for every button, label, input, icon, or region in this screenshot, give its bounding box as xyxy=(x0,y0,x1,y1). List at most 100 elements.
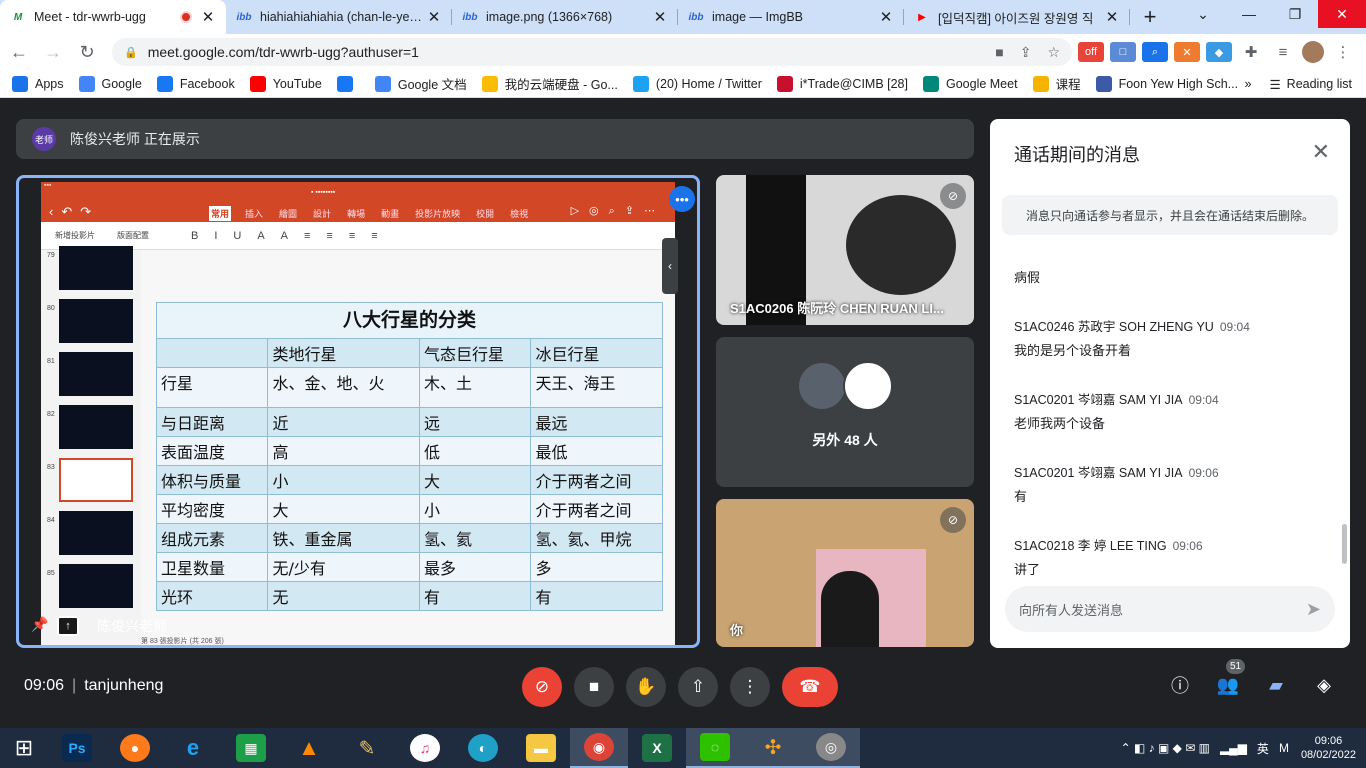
camera-button[interactable]: ■ xyxy=(574,667,614,707)
reading-list-icon[interactable]: ☰ xyxy=(1269,77,1280,92)
ime-mode-icon[interactable]: M xyxy=(1279,741,1289,755)
bookmark-item[interactable]: Google xyxy=(78,75,142,92)
extensions-puzzle-icon[interactable]: ✚ xyxy=(1238,42,1264,62)
ime-indicator[interactable]: 英 xyxy=(1257,740,1269,757)
media-control-icon[interactable]: ≡ xyxy=(1270,42,1296,62)
wechat-icon[interactable]: ◌ xyxy=(686,728,744,768)
chat-input-placeholder[interactable]: 向所有人发送消息 xyxy=(1019,600,1306,619)
back-icon[interactable]: ← xyxy=(4,37,34,67)
tab-search-icon[interactable]: ⌄ xyxy=(1180,0,1226,28)
bookmarks-more-icon[interactable]: » xyxy=(1245,77,1252,91)
tab-favicon-icon: ibb xyxy=(236,11,252,23)
extension-icon[interactable]: □ xyxy=(1110,42,1136,62)
self-tile[interactable]: ⊘ 你 xyxy=(716,499,974,647)
tab-close-icon[interactable]: ✕ xyxy=(1104,8,1120,26)
tab-close-icon[interactable]: ✕ xyxy=(878,8,894,26)
tab-close-icon[interactable]: ✕ xyxy=(652,8,668,26)
paint-icon[interactable]: ✎ xyxy=(338,728,396,768)
reading-list-button[interactable]: Reading list xyxy=(1287,77,1352,91)
minimize-icon[interactable]: — xyxy=(1226,0,1272,28)
more-options-button[interactable]: ⋮ xyxy=(730,667,770,707)
others-tile[interactable]: 另外 48 人 xyxy=(716,337,974,487)
close-window-icon[interactable]: ✕ xyxy=(1318,0,1366,28)
extension-icon[interactable]: ✕ xyxy=(1174,42,1200,62)
mic-off-button[interactable]: ⊘ xyxy=(522,667,562,707)
profile-avatar[interactable] xyxy=(1302,41,1324,63)
bookmark-item[interactable]: Google Meet xyxy=(922,75,1018,92)
activities-icon[interactable]: ◈ xyxy=(1312,673,1336,697)
speaker-app-icon[interactable]: ◎ xyxy=(802,728,860,768)
tab-close-icon[interactable]: ✕ xyxy=(200,8,216,26)
side-controls: ⓘ 👥 51 ▰ ◈ xyxy=(1168,659,1360,697)
vlc-icon[interactable]: ▲ xyxy=(280,728,338,768)
internet-explorer-icon[interactable]: e xyxy=(164,728,222,768)
chat-icon[interactable]: ▰ xyxy=(1264,673,1288,697)
bookmark-label: 课程 xyxy=(1055,78,1081,92)
bookmark-item[interactable] xyxy=(336,75,360,92)
ppt-status-bar: ▪▪▪ xyxy=(44,182,52,189)
share-icon[interactable]: ⇪ xyxy=(1020,44,1032,61)
collapse-chevron-icon[interactable]: ‹ xyxy=(662,238,678,294)
people-icon[interactable]: 👥 51 xyxy=(1216,659,1246,697)
bookmark-item[interactable]: (20) Home / Twitter xyxy=(632,75,762,92)
itunes-icon[interactable]: ♫ xyxy=(396,728,454,768)
bookmark-item[interactable]: 我的云端硬盘 - Go... xyxy=(481,74,618,93)
tray-icons[interactable]: ⌃ ◧ ♪ ▣ ◆ ✉ ▥ xyxy=(1121,741,1210,755)
url-text[interactable]: meet.google.com/tdr-wwrb-ugg?authuser=1 xyxy=(148,44,980,60)
camera-icon[interactable]: ■ xyxy=(995,44,1003,60)
bookmark-item[interactable]: Google 文档 xyxy=(374,74,467,93)
bookmark-item[interactable]: Foon Yew High Sch... xyxy=(1095,75,1238,92)
extension-search-icon[interactable]: ⌕ xyxy=(1142,42,1168,62)
bookmark-item[interactable]: 课程 xyxy=(1032,74,1081,93)
participant-tile[interactable]: ⊘ S1AC0206 陈阮玲 CHEN RUAN LI... xyxy=(716,175,974,325)
pin-icon[interactable]: 📌 xyxy=(31,616,48,633)
close-icon[interactable]: ✕ xyxy=(1312,139,1330,165)
windows-start-icon[interactable]: ⊞ xyxy=(0,728,48,768)
bookmark-item[interactable]: Apps xyxy=(12,75,64,92)
message-time: 09:06 xyxy=(1188,466,1219,480)
firefox-icon[interactable]: ● xyxy=(106,728,164,768)
ppt-menu-item: 校閱 xyxy=(476,209,495,219)
tab-2[interactable]: ibb image.png (1366×768) ✕ xyxy=(452,0,678,34)
chat-scrollbar[interactable] xyxy=(1342,524,1347,564)
edge-icon[interactable]: ◐ xyxy=(454,728,512,768)
pinwheel-app-icon[interactable]: ✣ xyxy=(744,728,802,768)
bookmark-item[interactable]: Facebook xyxy=(156,75,235,92)
tab-close-icon[interactable]: ✕ xyxy=(426,8,442,26)
forward-icon[interactable]: → xyxy=(38,37,68,67)
chrome-icon[interactable]: ◉ xyxy=(570,728,628,768)
bookmark-item[interactable]: i*Trade@CIMB [28] xyxy=(776,75,908,92)
tab-1[interactable]: ibb hiahiahiahiahia (chan-le-yee) - ✕ xyxy=(226,0,452,34)
ppt-format-icons: BIUAA≡≡≡≡ xyxy=(191,229,394,242)
store-icon[interactable]: ▦ xyxy=(222,728,280,768)
restore-icon[interactable]: ❐ xyxy=(1272,0,1318,28)
tray-clock[interactable]: 09:06 08/02/2022 xyxy=(1301,734,1356,762)
tab-4[interactable]: ▶ [입덕직캠] 아이즈원 장원영 직 ✕ xyxy=(904,0,1130,34)
tile-more-options-icon[interactable]: ••• xyxy=(669,186,695,212)
bookmark-star-icon[interactable]: ☆ xyxy=(1047,44,1060,61)
presentation-tile[interactable]: ▪▪▪ ‹↶↷ ▪ ▪▪▪▪▪▪▪▪ 常用 插入 繪圖 設計 轉場 動畫 投影片放映 校閱 檢視… xyxy=(16,175,700,648)
send-icon[interactable]: ➤ xyxy=(1306,599,1321,620)
new-tab-icon[interactable]: + xyxy=(1130,0,1170,34)
extension-off-icon[interactable]: off xyxy=(1078,42,1104,62)
tab-0[interactable]: M Meet - tdr-wwrb-ugg ✕ xyxy=(0,0,226,34)
info-icon[interactable]: ⓘ xyxy=(1168,673,1192,697)
extension-icon[interactable]: ◆ xyxy=(1206,42,1232,62)
tab-3[interactable]: ibb image — ImgBB ✕ xyxy=(678,0,904,34)
photoshop-icon[interactable]: Ps xyxy=(48,728,106,768)
reload-icon[interactable]: ↻ xyxy=(72,37,102,67)
table-row: 平均密度大小介于两者之间 xyxy=(155,494,663,524)
chat-input[interactable]: 向所有人发送消息 ➤ xyxy=(1005,586,1335,632)
bookmark-item[interactable]: YouTube xyxy=(249,75,322,92)
raise-hand-button[interactable]: ✋ xyxy=(626,667,666,707)
browser-menu-icon[interactable]: ⋮ xyxy=(1330,42,1356,62)
apps-grid-icon xyxy=(12,75,28,92)
present-button[interactable]: ⇧ xyxy=(678,667,718,707)
leave-call-button[interactable]: ☎ xyxy=(782,667,838,707)
wifi-icon[interactable]: ▂▄▆ xyxy=(1220,741,1247,755)
address-bar[interactable]: 🔒 meet.google.com/tdr-wwrb-ugg?authuser=… xyxy=(112,38,1072,66)
file-explorer-icon[interactable]: ▬ xyxy=(512,728,570,768)
recording-icon xyxy=(180,11,192,23)
excel-icon[interactable]: X xyxy=(628,728,686,768)
docs-icon xyxy=(374,75,391,92)
